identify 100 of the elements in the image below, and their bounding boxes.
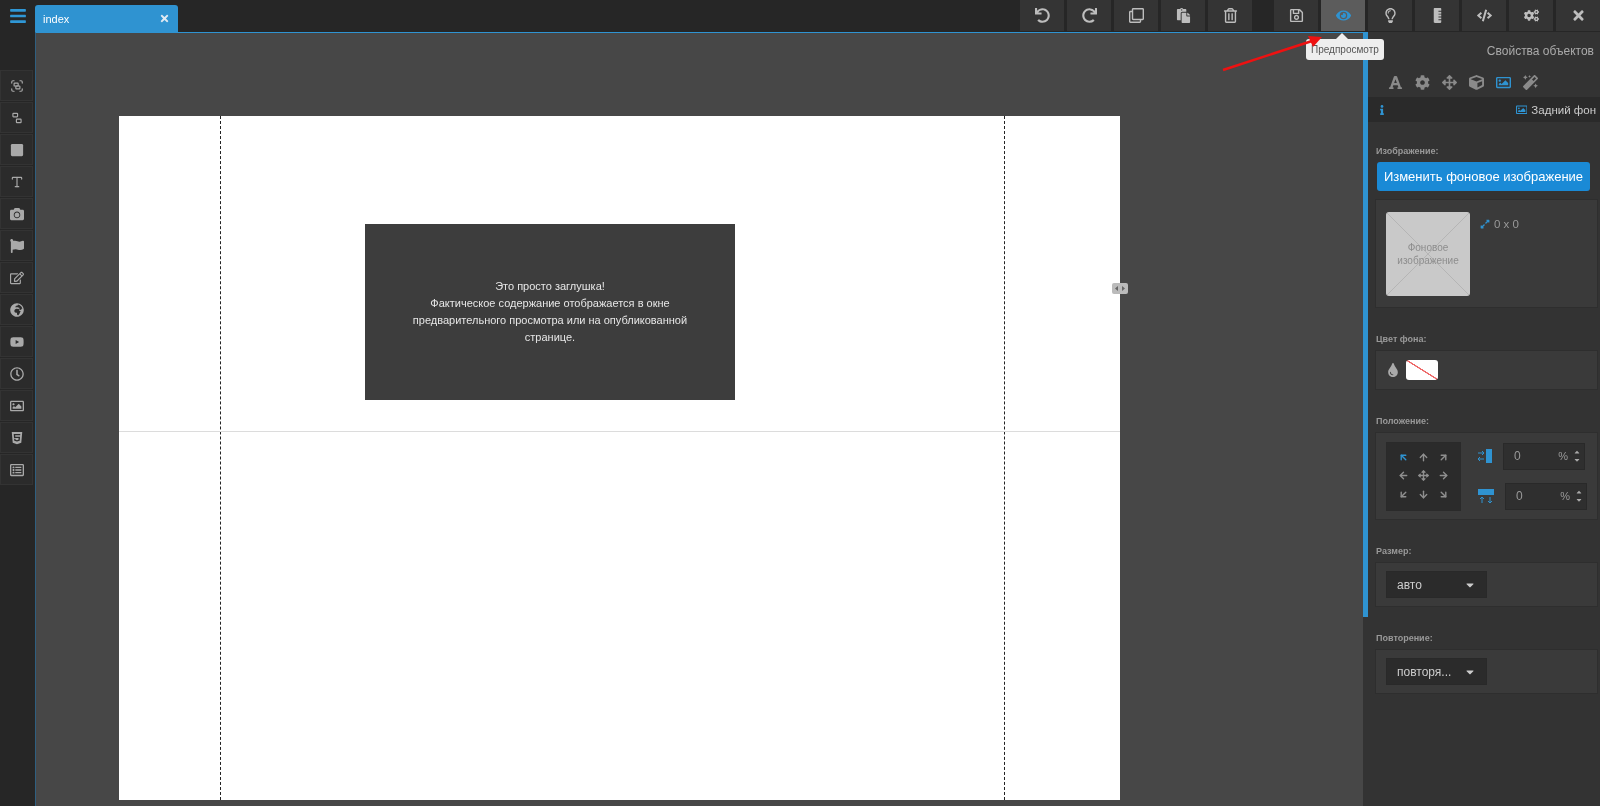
arrow-icon: [1397, 470, 1409, 482]
arrow-icon: [1438, 470, 1450, 482]
camera-icon: [9, 206, 24, 221]
arrow-icon: [1418, 452, 1429, 464]
font-icon: [1388, 74, 1403, 90]
code-icon: [1476, 8, 1492, 23]
html5-tool-button[interactable]: [0, 422, 33, 453]
caret-down-icon[interactable]: [1573, 456, 1581, 464]
image-tab[interactable]: [1496, 74, 1511, 90]
anchor-button[interactable]: [1418, 488, 1429, 500]
save-button[interactable]: [1274, 0, 1318, 31]
paste-button[interactable]: [1161, 0, 1205, 31]
clock-tool-button[interactable]: [0, 358, 33, 389]
close-button[interactable]: [1556, 0, 1600, 31]
anchor-button[interactable]: [1397, 470, 1409, 482]
cube-icon: [1469, 74, 1484, 90]
fill-icon: [1386, 363, 1400, 377]
camera-tool-button[interactable]: [0, 198, 33, 229]
group-icon: [9, 78, 24, 93]
unit-text: %: [1560, 490, 1570, 502]
gear-tab[interactable]: [1415, 74, 1430, 90]
horizontal-offset-icon: [1477, 448, 1493, 464]
flag-icon: [9, 238, 24, 253]
video-icon: [9, 334, 24, 349]
size-select[interactable]: авто: [1386, 571, 1487, 598]
html5-icon: [9, 430, 24, 445]
code-button[interactable]: [1462, 0, 1506, 31]
section-title: Задний фон: [1531, 103, 1596, 116]
anchor-button[interactable]: [1438, 470, 1450, 482]
image-tool-button[interactable]: [0, 390, 33, 421]
caret-up-icon[interactable]: [1575, 488, 1583, 496]
offset-field[interactable]: 0 %: [1503, 442, 1585, 470]
image-icon: [1496, 74, 1511, 90]
gear-icon: [1415, 74, 1430, 90]
font-tab[interactable]: [1388, 74, 1403, 90]
globe-icon: [9, 302, 24, 317]
edit-tool-button[interactable]: [0, 262, 33, 293]
edit-icon: [9, 270, 24, 285]
lightbulb-icon: [1382, 8, 1398, 23]
field-label: Повторение:: [1375, 632, 1434, 645]
field-label: Цвет фона:: [1375, 333, 1428, 346]
caret-down-icon[interactable]: [1575, 496, 1583, 504]
globe-tool-button[interactable]: [0, 294, 33, 325]
text-tool-button[interactable]: [0, 166, 33, 197]
placeholder-text: Это просто заглушка! Фактическое содержание отображается в окне предварительного просмотра или на опубликованной странице.: [412, 279, 688, 345]
anchor-button[interactable]: [1418, 452, 1429, 464]
image-icon: [9, 398, 24, 413]
copy-icon: [1128, 8, 1144, 23]
menu-icon: [8, 7, 27, 25]
unit-text: %: [1558, 450, 1568, 462]
field-label: Размер:: [1375, 545, 1413, 558]
undo-button[interactable]: [1020, 0, 1064, 31]
undo-icon: [1034, 8, 1050, 23]
resize-handle[interactable]: [1112, 283, 1128, 294]
caret-up-icon[interactable]: [1573, 448, 1581, 456]
redo-icon: [1081, 8, 1097, 23]
trash-icon: [1222, 8, 1238, 23]
lightbulb-button[interactable]: [1368, 0, 1412, 31]
arrow-icon: [1418, 488, 1429, 500]
magic-wand-tab[interactable]: [1523, 74, 1538, 90]
change-image-button[interactable]: Изменить фоновое изображение: [1377, 162, 1590, 191]
arrow-icon: [1418, 470, 1429, 482]
cube-tab[interactable]: [1469, 74, 1484, 90]
field-label: Положение:: [1375, 415, 1430, 428]
list-tool-button[interactable]: [0, 454, 33, 485]
image-size: 0 x 0: [1494, 218, 1519, 230]
redo-button[interactable]: [1067, 0, 1111, 31]
repeat-select[interactable]: повторя...: [1386, 658, 1487, 685]
group-tool-button[interactable]: [0, 70, 33, 101]
ungroup-icon: [9, 110, 24, 125]
field-label: Изображение:: [1375, 145, 1440, 158]
color-swatch[interactable]: [1406, 360, 1438, 380]
eye-icon: [1335, 8, 1351, 23]
clock-icon: [9, 366, 24, 381]
close-icon[interactable]: [159, 13, 170, 24]
offset-field[interactable]: 0 %: [1505, 482, 1587, 510]
resize-icon: [1480, 219, 1490, 229]
ungroup-tool-button[interactable]: [0, 102, 33, 133]
paste-icon: [1175, 8, 1191, 23]
ruler-button[interactable]: [1415, 0, 1459, 31]
anchor-button[interactable]: [1418, 470, 1429, 482]
square-tool-button[interactable]: [0, 134, 33, 165]
image-icon: [1515, 103, 1528, 116]
list-icon: [9, 462, 24, 477]
move-icon: [1442, 74, 1457, 90]
tooltip-pointer: [1336, 33, 1348, 39]
info-icon[interactable]: [1377, 104, 1387, 115]
video-tool-button[interactable]: [0, 326, 33, 357]
move-tab[interactable]: [1442, 74, 1457, 90]
gears-button[interactable]: [1509, 0, 1553, 31]
document-tab[interactable]: index: [35, 5, 178, 32]
flag-tool-button[interactable]: [0, 230, 33, 261]
text-icon: [9, 174, 24, 189]
vertical-offset-icon: [1477, 488, 1495, 504]
thumbnail-text: Фоновое изображение: [1396, 240, 1460, 267]
trash-button[interactable]: [1208, 0, 1252, 31]
copy-button[interactable]: [1114, 0, 1158, 31]
save-icon: [1288, 8, 1304, 23]
magic-wand-icon: [1523, 74, 1538, 90]
gears-icon: [1523, 8, 1539, 23]
